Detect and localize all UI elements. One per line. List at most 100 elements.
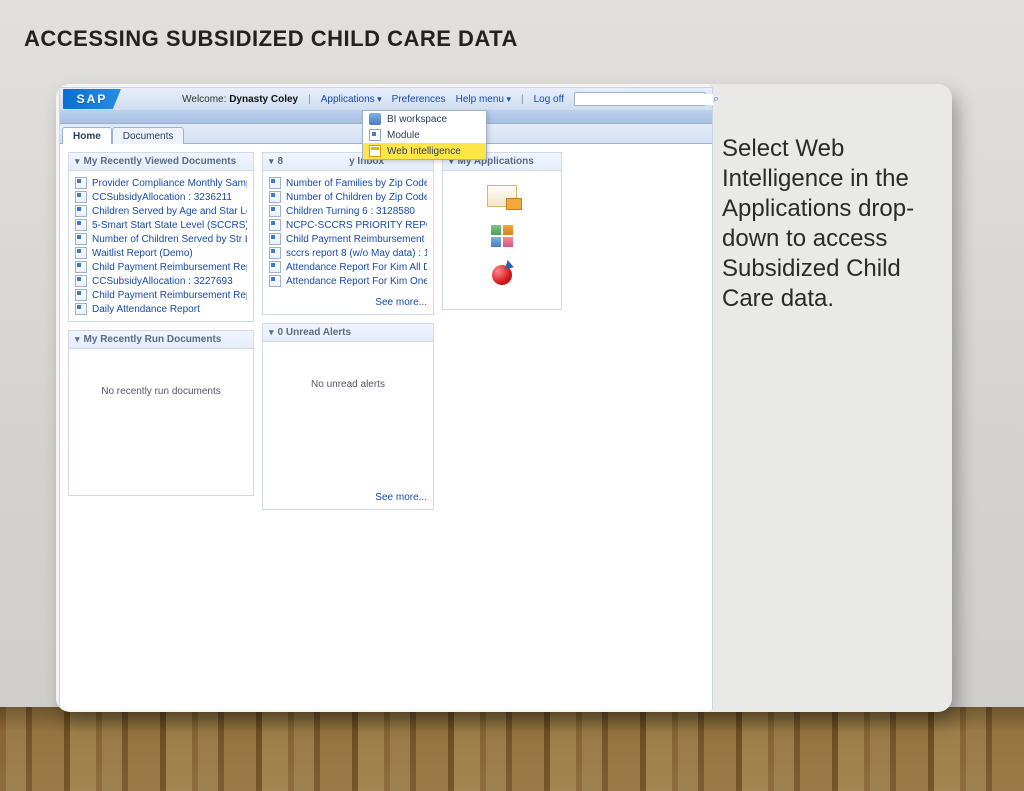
search-box[interactable]: ⌕ xyxy=(574,92,706,106)
document-link[interactable]: Number of Families by Zip Code : 3... xyxy=(269,176,427,190)
document-link[interactable]: Attendance Report For Kim One Ca... xyxy=(269,274,427,288)
top-bar-right: Welcome: Dynasty Coley | Applications Pr… xyxy=(182,92,712,106)
document-title: CCSubsidyAllocation : 3236211 xyxy=(92,192,232,203)
logoff-link[interactable]: Log off xyxy=(534,94,564,105)
document-title: sccrs report 8 (w/o May data) : 193... xyxy=(286,248,427,259)
document-icon xyxy=(75,191,87,203)
document-link[interactable]: NCPC-SCCRS PRIORITY REPORT 9/... xyxy=(269,218,427,232)
welcome-prefix: Welcome: xyxy=(182,94,229,105)
document-link[interactable]: Number of Children by Zip Code : 3... xyxy=(269,190,427,204)
document-title: Provider Compliance Monthly Samp... xyxy=(92,178,247,189)
floor-texture xyxy=(0,707,1024,791)
sap-logo: SAP xyxy=(63,89,121,109)
dropdown-item-module[interactable]: Module xyxy=(363,127,486,143)
document-title: Child Payment Reimbursement Rep... xyxy=(286,234,427,245)
divider: | xyxy=(308,94,311,105)
document-icon xyxy=(269,191,281,203)
workspace: ▾ My Recently Viewed Documents Provider … xyxy=(60,144,712,710)
document-title: Number of Families by Zip Code : 3... xyxy=(286,178,427,189)
welcome-user: Dynasty Coley xyxy=(229,94,298,105)
document-icon xyxy=(75,303,87,315)
panel-recently-viewed: ▾ My Recently Viewed Documents Provider … xyxy=(68,152,254,322)
document-link[interactable]: Provider Compliance Monthly Samp... xyxy=(75,176,247,190)
tab-home[interactable]: Home xyxy=(62,127,112,144)
help-menu-link[interactable]: Help menu xyxy=(456,94,511,105)
document-icon xyxy=(75,233,87,245)
chevron-down-icon: ▾ xyxy=(269,327,274,338)
bi-workspace-app-icon[interactable] xyxy=(487,185,517,207)
applications-dropdown[interactable]: BI workspace Module Web Intelligence xyxy=(362,110,487,160)
document-title: 5-Smart Start State Level (SCCRS) I... xyxy=(92,220,247,231)
dropdown-item-bi-workspace[interactable]: BI workspace xyxy=(363,111,486,127)
panel-header[interactable]: ▾ My Recently Run Documents xyxy=(69,331,253,349)
search-input[interactable] xyxy=(575,94,713,105)
document-link[interactable]: Child Payment Reimbursement Rep... xyxy=(75,288,247,302)
web-intelligence-app-icon[interactable] xyxy=(492,265,512,285)
document-link[interactable]: Number of Children Served by Str L... xyxy=(75,232,247,246)
bi-workspace-icon xyxy=(369,113,381,125)
instruction-callout: Select Web Intelligence in the Applicati… xyxy=(722,134,932,314)
document-title: Children Served by Age and Star Le... xyxy=(92,206,247,217)
document-title: Child Payment Reimbursement Rep... xyxy=(92,262,247,273)
document-icon xyxy=(75,219,87,231)
document-title: CCSubsidyAllocation : 3227693 xyxy=(92,276,233,287)
web-intelligence-icon xyxy=(369,145,381,157)
panel-title: My Recently Run Documents xyxy=(84,334,222,345)
document-link[interactable]: Children Turning 6 : 3128580 xyxy=(269,204,427,218)
document-title: NCPC-SCCRS PRIORITY REPORT 9/... xyxy=(286,220,427,231)
document-icon xyxy=(269,233,281,245)
document-title: Child Payment Reimbursement Rep... xyxy=(92,290,247,301)
document-title: Waitlist Report (Demo) xyxy=(92,248,193,259)
preferences-link[interactable]: Preferences xyxy=(392,94,446,105)
document-title: Attendance Report For Kim All Data... xyxy=(286,262,427,273)
dropdown-label: Web Intelligence xyxy=(387,146,461,157)
document-title: Children Turning 6 : 3128580 xyxy=(286,206,415,217)
document-icon xyxy=(75,177,87,189)
panel-body: No recently run documents xyxy=(69,349,253,495)
tab-documents[interactable]: Documents xyxy=(112,127,185,144)
panel-recently-run: ▾ My Recently Run Documents No recently … xyxy=(68,330,254,496)
document-link[interactable]: CCSubsidyAllocation : 3227693 xyxy=(75,274,247,288)
chevron-down-icon: ▾ xyxy=(75,156,80,167)
applications-menu-link[interactable]: Applications xyxy=(321,94,382,105)
module-app-icon[interactable] xyxy=(491,225,513,247)
dropdown-label: BI workspace xyxy=(387,114,447,125)
dropdown-item-web-intelligence[interactable]: Web Intelligence xyxy=(363,143,486,159)
document-link[interactable]: sccrs report 8 (w/o May data) : 193... xyxy=(269,246,427,260)
welcome-text: Welcome: Dynasty Coley xyxy=(182,94,298,105)
search-icon[interactable]: ⌕ xyxy=(713,93,719,105)
document-icon xyxy=(269,177,281,189)
recently-viewed-list: Provider Compliance Monthly Samp... CCSub… xyxy=(69,171,253,321)
document-link[interactable]: Child Payment Reimbursement Rep... xyxy=(75,260,247,274)
document-icon xyxy=(269,205,281,217)
panel-inbox: ▾ 8 y Inbox Number of Families by Zip Co… xyxy=(262,152,434,315)
panel-title-prefix: 8 xyxy=(278,156,284,167)
document-link[interactable]: Waitlist Report (Demo) xyxy=(75,246,247,260)
document-icon xyxy=(75,205,87,217)
document-title: Number of Children Served by Str L... xyxy=(92,234,247,245)
sap-portal-window: SAP Welcome: Dynasty Coley | Application… xyxy=(59,87,713,709)
document-link[interactable]: 5-Smart Start State Level (SCCRS) I... xyxy=(75,218,247,232)
document-link[interactable]: Children Served by Age and Star Le... xyxy=(75,204,247,218)
document-icon xyxy=(75,261,87,273)
divider: | xyxy=(521,94,524,105)
chevron-down-icon: ▾ xyxy=(75,334,80,345)
document-link[interactable]: Daily Attendance Report xyxy=(75,302,247,316)
panel-unread-alerts: ▾ 0 Unread Alerts No unread alerts See m… xyxy=(262,323,434,510)
module-icon xyxy=(369,129,381,141)
empty-message: No recently run documents xyxy=(75,354,247,457)
see-more-link[interactable]: See more... xyxy=(263,488,433,509)
panel-title: My Recently Viewed Documents xyxy=(84,156,237,167)
top-bar: SAP Welcome: Dynasty Coley | Application… xyxy=(60,88,712,110)
content-card: SAP Welcome: Dynasty Coley | Application… xyxy=(56,84,952,712)
dropdown-label: Module xyxy=(387,130,420,141)
document-link[interactable]: Attendance Report For Kim All Data... xyxy=(269,260,427,274)
see-more-link[interactable]: See more... xyxy=(263,293,433,314)
document-title: Daily Attendance Report xyxy=(92,304,200,315)
document-link[interactable]: CCSubsidyAllocation : 3236211 xyxy=(75,190,247,204)
document-title: Attendance Report For Kim One Ca... xyxy=(286,276,427,287)
empty-message: No unread alerts xyxy=(269,347,427,450)
panel-header[interactable]: ▾ My Recently Viewed Documents xyxy=(69,153,253,171)
document-link[interactable]: Child Payment Reimbursement Rep... xyxy=(269,232,427,246)
panel-header[interactable]: ▾ 0 Unread Alerts xyxy=(263,324,433,342)
